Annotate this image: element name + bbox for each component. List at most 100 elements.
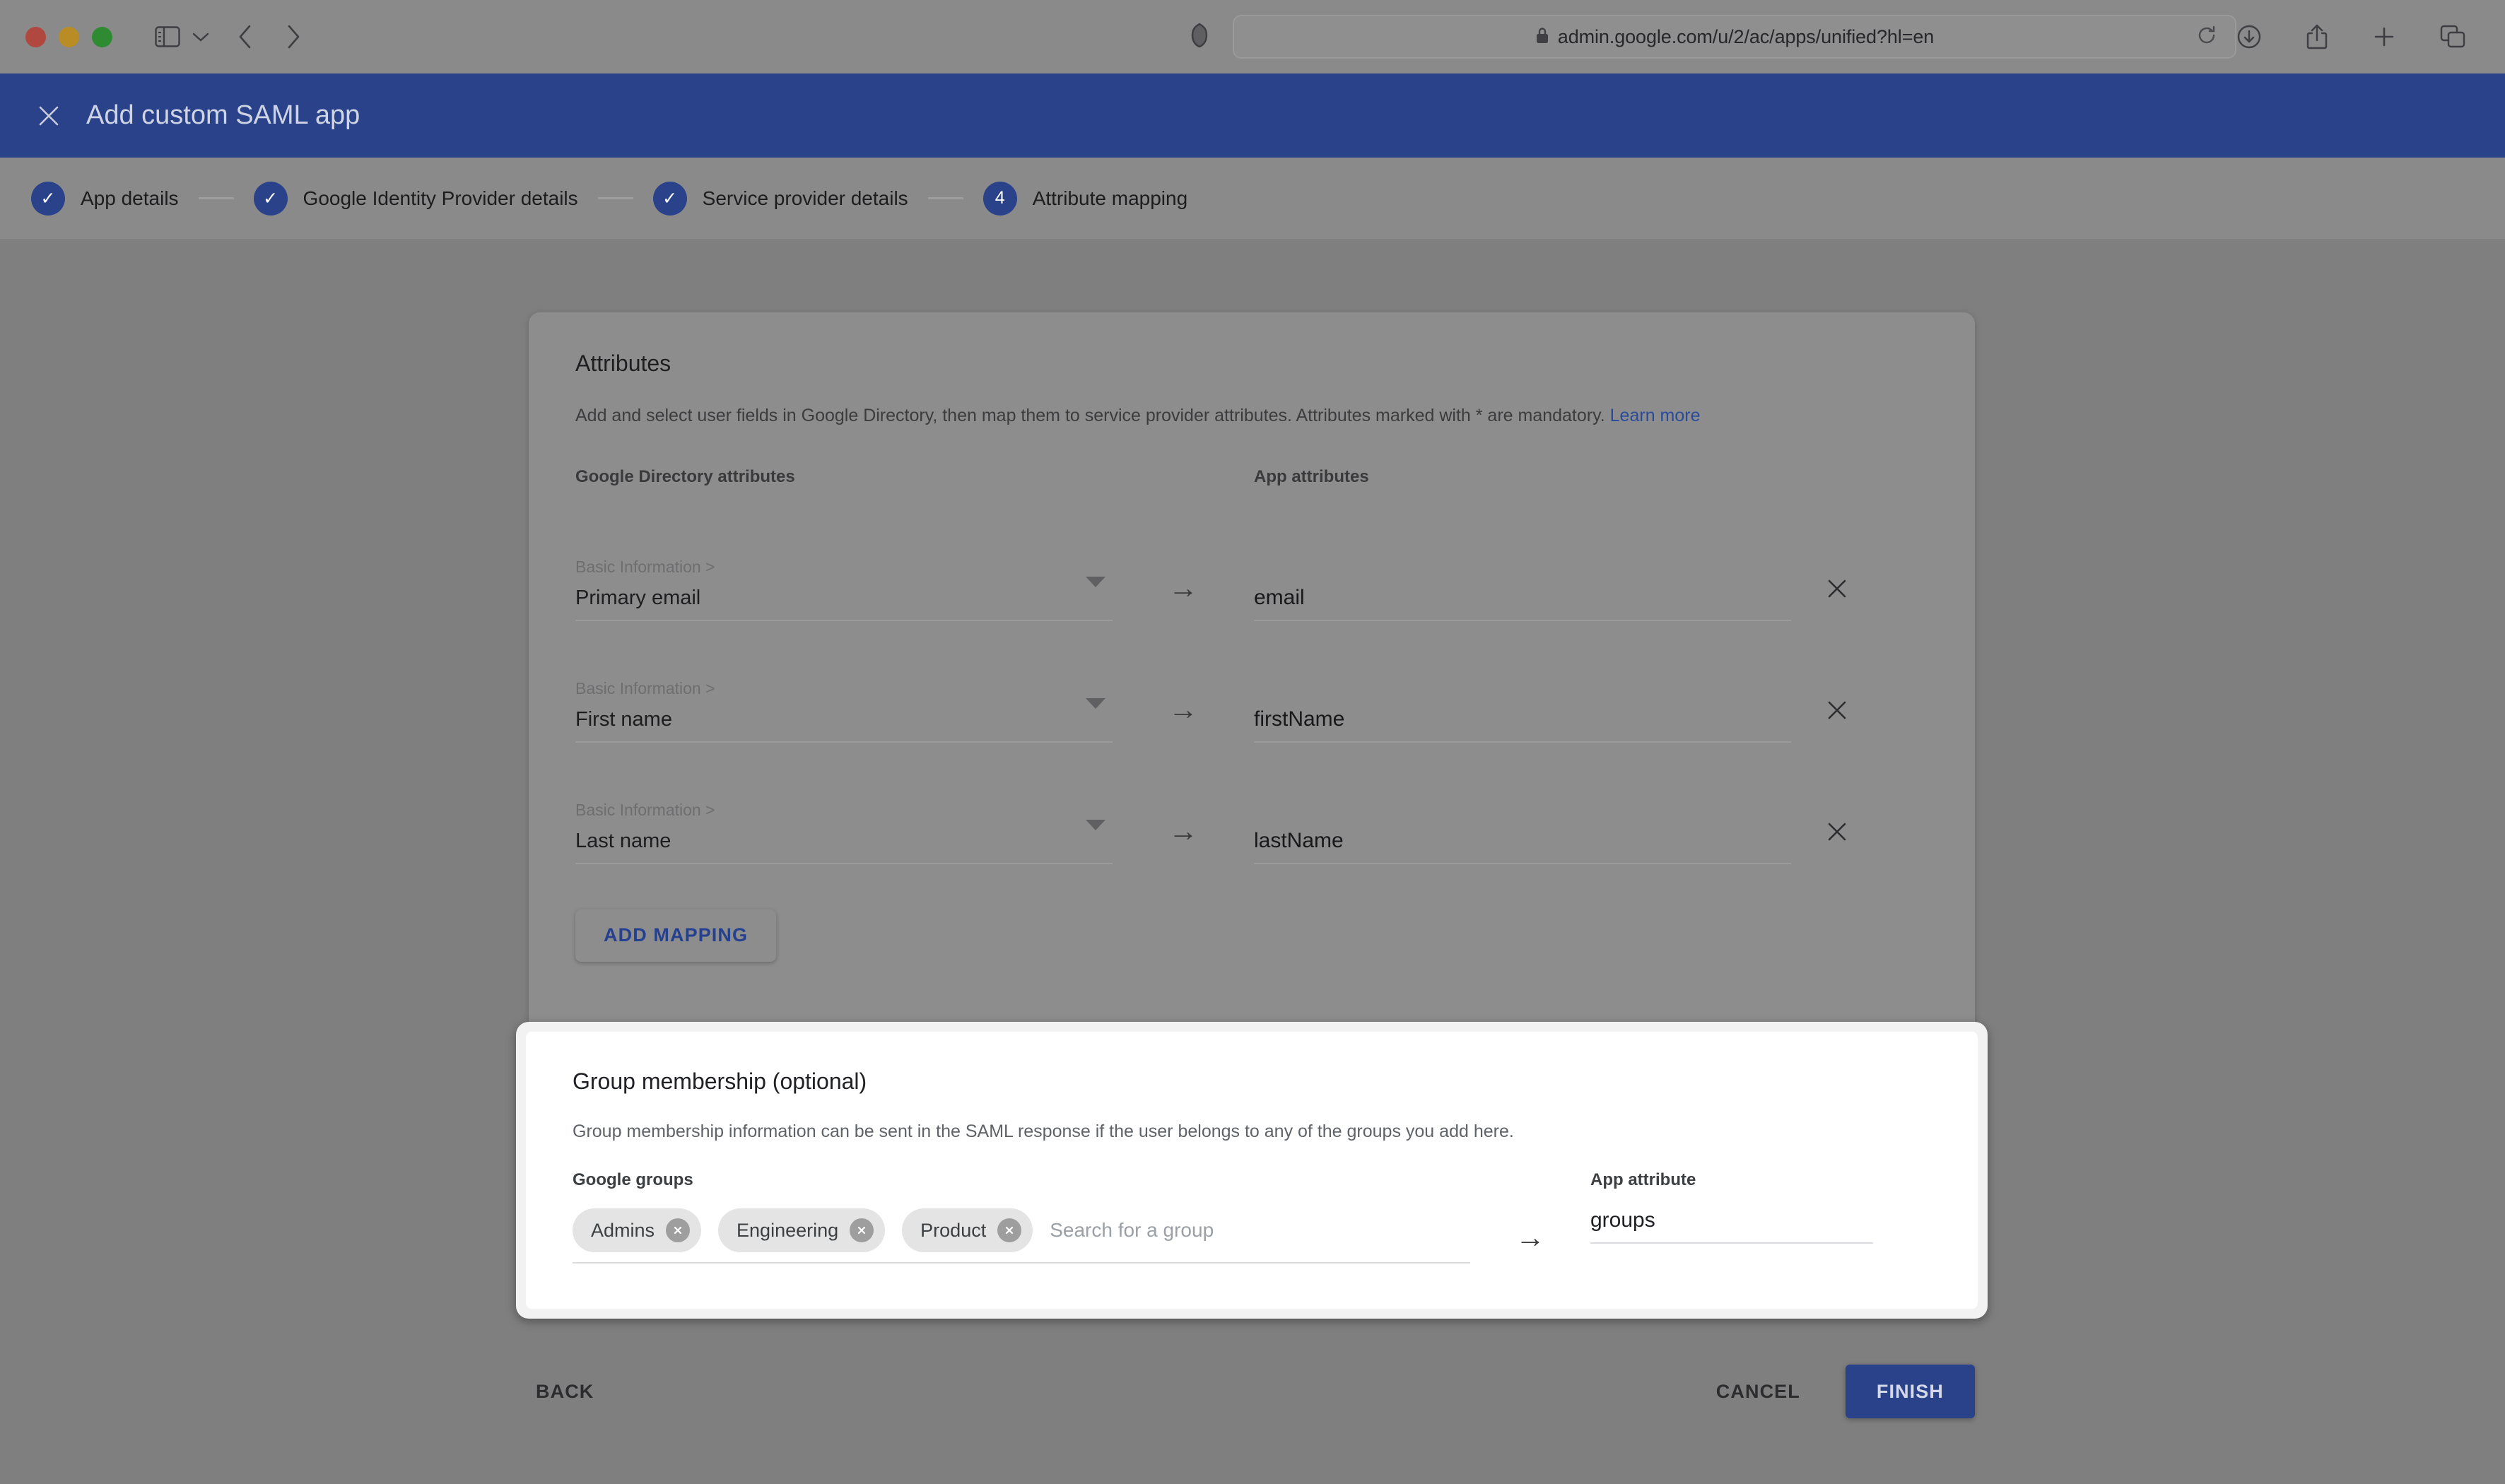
- close-icon[interactable]: [28, 95, 69, 136]
- group-membership-fields: Google groups Admins Engineering: [573, 1170, 1931, 1264]
- step-marker: ✓: [254, 182, 288, 216]
- group-search-input[interactable]: [1050, 1219, 1470, 1242]
- mapping-arrow: →: [1113, 695, 1254, 743]
- step-app-details[interactable]: ✓ App details: [31, 182, 179, 216]
- google-groups-label: Google groups: [573, 1170, 1470, 1190]
- close-icon: [1825, 820, 1849, 847]
- downloads-icon[interactable]: [2236, 24, 2262, 49]
- cancel-button[interactable]: CANCEL: [1709, 1370, 1807, 1414]
- attributes-card-title: Attributes: [575, 351, 1928, 377]
- step-separator: [598, 197, 633, 199]
- group-mapping-arrow: →: [1470, 1170, 1590, 1252]
- forward-arrow-icon[interactable]: [285, 24, 302, 49]
- column-header-app: App attributes: [1254, 467, 1369, 487]
- directory-category-label: Basic Information >: [575, 801, 1113, 820]
- mapping-arrow: →: [1113, 816, 1254, 864]
- learn-more-link[interactable]: Learn more: [1610, 406, 1701, 425]
- group-membership-card-highlight: Group membership (optional) Group member…: [516, 1022, 1988, 1319]
- remove-mapping-button[interactable]: [1791, 577, 1883, 621]
- step-marker: 4: [983, 182, 1017, 216]
- sidebar-toggle-icon[interactable]: [155, 26, 180, 47]
- group-chip[interactable]: Admins: [573, 1208, 701, 1252]
- chevron-down-icon: [1086, 698, 1105, 709]
- finish-button[interactable]: FINISH: [1846, 1365, 1975, 1418]
- window-controls: [25, 27, 112, 47]
- shield-icon[interactable]: [1190, 23, 1209, 52]
- step-marker: ✓: [31, 182, 65, 216]
- app-attribute-label: App attribute: [1590, 1170, 1873, 1190]
- url-text: admin.google.com/u/2/ac/apps/unified?hl=…: [1558, 26, 1934, 48]
- directory-field-value: Last name: [575, 830, 1113, 853]
- app-attribute-input[interactable]: firstName: [1254, 707, 1791, 743]
- attributes-column-headers: Google Directory attributes App attribut…: [575, 467, 1928, 487]
- group-app-attribute-input[interactable]: groups: [1590, 1208, 1873, 1244]
- step-attribute-mapping[interactable]: 4 Attribute mapping: [983, 182, 1187, 216]
- group-chip-label: Engineering: [737, 1220, 838, 1242]
- group-app-attribute-field: App attribute groups: [1590, 1170, 1873, 1244]
- group-chip[interactable]: Engineering: [718, 1208, 885, 1252]
- arrow-right-icon: →: [1168, 695, 1198, 724]
- close-window-button[interactable]: [25, 27, 46, 47]
- chevron-down-icon[interactable]: [192, 31, 210, 42]
- remove-chip-icon[interactable]: [850, 1218, 874, 1242]
- group-chip[interactable]: Product: [902, 1208, 1033, 1252]
- address-bar[interactable]: admin.google.com/u/2/ac/apps/unified?hl=…: [1233, 15, 2236, 59]
- reload-icon[interactable]: [2197, 25, 2217, 49]
- app-attribute-input[interactable]: lastName: [1254, 829, 1791, 864]
- column-header-directory: Google Directory attributes: [575, 467, 1254, 487]
- mapping-arrow: →: [1113, 573, 1254, 621]
- directory-attribute-select[interactable]: Basic Information > First name: [575, 679, 1113, 743]
- step-label: Google Identity Provider details: [303, 187, 578, 210]
- mapping-row: Basic Information > First name → firstNa…: [575, 621, 1928, 743]
- remove-chip-icon[interactable]: [997, 1218, 1021, 1242]
- arrow-right-icon: →: [1168, 816, 1198, 846]
- app-header: Add custom SAML app: [0, 73, 2505, 158]
- chevron-down-icon: [1086, 820, 1105, 830]
- google-groups-input[interactable]: Admins Engineering: [573, 1208, 1470, 1264]
- group-membership-description: Group membership information can be sent…: [573, 1121, 1931, 1142]
- directory-attribute-select[interactable]: Basic Information > Primary email: [575, 558, 1113, 621]
- directory-category-label: Basic Information >: [575, 679, 1113, 698]
- mapping-row: Basic Information > Primary email → emai…: [575, 500, 1928, 621]
- step-service-provider-details[interactable]: ✓ Service provider details: [653, 182, 908, 216]
- group-app-attribute-value: groups: [1590, 1208, 1655, 1232]
- mapping-rows: Basic Information > Primary email → emai…: [575, 500, 1928, 864]
- stepper: ✓ App details ✓ Google Identity Provider…: [0, 158, 2505, 239]
- address-bar-content: admin.google.com/u/2/ac/apps/unified?hl=…: [1535, 26, 1934, 48]
- add-mapping-button[interactable]: ADD MAPPING: [575, 909, 776, 962]
- group-membership-card: Group membership (optional) Group member…: [526, 1032, 1978, 1309]
- maximize-window-button[interactable]: [92, 27, 112, 47]
- app-attribute-value: lastName: [1254, 829, 1791, 853]
- toolbar-right-icons: [2236, 23, 2465, 50]
- app-attribute-input[interactable]: email: [1254, 586, 1791, 621]
- close-icon: [1825, 577, 1849, 604]
- remove-chip-icon[interactable]: [666, 1218, 690, 1242]
- step-marker: ✓: [653, 182, 687, 216]
- back-button[interactable]: BACK: [529, 1370, 601, 1414]
- minimize-window-button[interactable]: [59, 27, 79, 47]
- directory-field-value: Primary email: [575, 587, 1113, 610]
- remove-mapping-button[interactable]: [1791, 698, 1883, 743]
- close-icon: [1825, 698, 1849, 726]
- directory-field-value: First name: [575, 708, 1113, 731]
- footer-actions: BACK CANCEL FINISH: [529, 1360, 1975, 1423]
- attributes-description-text: Add and select user fields in Google Dir…: [575, 406, 1605, 425]
- directory-attribute-select[interactable]: Basic Information > Last name: [575, 801, 1113, 864]
- tab-overview-icon[interactable]: [2440, 25, 2465, 49]
- share-icon[interactable]: [2306, 23, 2328, 50]
- page-body: Attributes Add and select user fields in…: [0, 239, 2505, 1484]
- step-separator: [199, 197, 234, 199]
- back-arrow-icon[interactable]: [237, 24, 254, 49]
- remove-mapping-button[interactable]: [1791, 820, 1883, 864]
- group-chip-label: Product: [920, 1220, 986, 1242]
- attributes-card-description: Add and select user fields in Google Dir…: [575, 404, 1928, 428]
- directory-category-label: Basic Information >: [575, 558, 1113, 577]
- plus-icon[interactable]: [2372, 25, 2396, 49]
- attributes-card: Attributes Add and select user fields in…: [529, 312, 1975, 1035]
- page-title: Add custom SAML app: [86, 100, 360, 131]
- app-attribute-value: firstName: [1254, 707, 1791, 731]
- group-membership-title: Group membership (optional): [573, 1068, 1931, 1095]
- group-chip-label: Admins: [591, 1220, 655, 1242]
- mapping-row: Basic Information > Last name → lastName: [575, 743, 1928, 864]
- step-google-identity-provider-details[interactable]: ✓ Google Identity Provider details: [254, 182, 578, 216]
